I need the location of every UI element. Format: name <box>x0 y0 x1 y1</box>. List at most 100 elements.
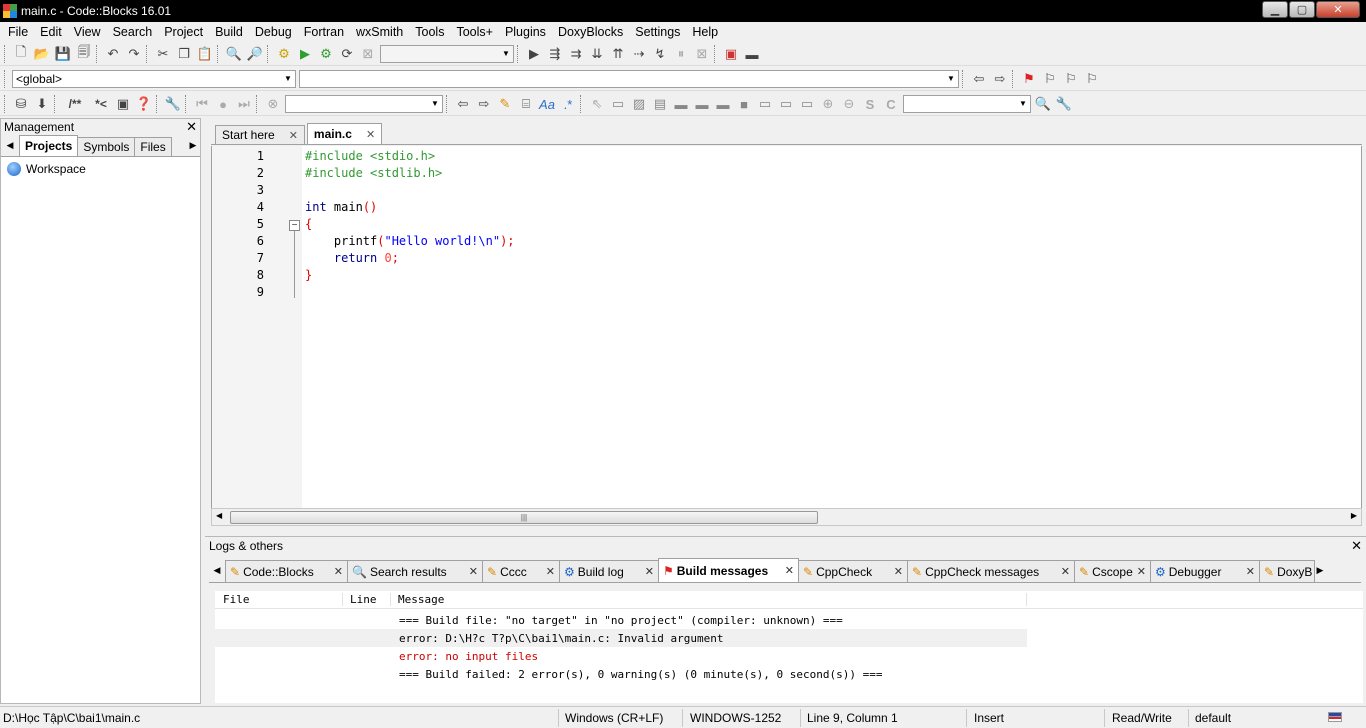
save-all-icon[interactable]: 🗐 <box>75 44 93 63</box>
column-header-file[interactable]: File <box>215 593 343 606</box>
bookmark-next-icon[interactable]: ⚐ <box>1062 70 1080 88</box>
log-tab-build-messages[interactable]: ⚑ Build messages ✕ <box>658 558 799 582</box>
cut-icon[interactable]: ✂ <box>154 45 172 63</box>
bookmark-clear-icon[interactable]: ⚐ <box>1083 70 1101 88</box>
block-comment-icon[interactable]: /** <box>62 95 88 113</box>
scroll-left-icon[interactable]: ◀ <box>216 511 222 520</box>
toolbar-grip[interactable] <box>4 95 7 113</box>
log-tab-debugger[interactable]: ⚙ Debugger ✕ <box>1150 560 1260 582</box>
horizontal-scrollbar[interactable]: ◀ ||| ▶ <box>211 508 1362 526</box>
letter-c-icon[interactable]: C <box>882 95 900 113</box>
menu-tools[interactable]: Tools+ <box>450 25 498 39</box>
close-icon[interactable]: ✕ <box>645 565 654 578</box>
code-line[interactable]: #include <stdio.h> <box>305 149 435 163</box>
code-line[interactable]: } <box>305 268 312 282</box>
doxy-html-icon[interactable]: ▣ <box>114 95 132 113</box>
close-icon[interactable]: ✕ <box>1137 565 1146 578</box>
widget-frame1-icon[interactable]: ▭ <box>756 95 774 113</box>
close-icon[interactable]: ✕ <box>1351 538 1362 554</box>
doxy-wizard-icon[interactable]: ⛁ <box>12 95 30 113</box>
menu-fortran[interactable]: Fortran <box>298 25 350 39</box>
stop-debug-icon[interactable]: ⊠ <box>693 45 711 63</box>
widget-box-icon[interactable]: ■ <box>735 95 753 113</box>
widget-text-icon[interactable]: ▤ <box>651 95 669 113</box>
undo-icon[interactable]: ↶ <box>104 45 122 63</box>
widget-bar1-icon[interactable]: ▬ <box>672 95 690 113</box>
tab-projects[interactable]: Projects <box>19 135 79 156</box>
various-info-icon[interactable]: ▬ <box>743 45 761 63</box>
menu-project[interactable]: Project <box>158 25 209 39</box>
close-icon[interactable]: ✕ <box>366 128 375 141</box>
find-icon[interactable]: 🔍 <box>225 45 243 63</box>
line-comment-icon[interactable]: *< <box>91 95 111 113</box>
pause-icon[interactable]: ⏸ <box>672 45 690 63</box>
code-line[interactable]: { <box>305 217 312 231</box>
debug-windows-icon[interactable]: ▣ <box>722 45 740 63</box>
close-icon[interactable]: ✕ <box>546 565 555 578</box>
selected-text-icon[interactable]: ⌸ <box>517 95 535 113</box>
menu-plugins[interactable]: Plugins <box>499 25 552 39</box>
column-header-line[interactable]: Line <box>343 593 391 606</box>
menu-edit[interactable]: Edit <box>34 25 68 39</box>
scope-combo[interactable]: <global> ▼ <box>12 70 296 88</box>
find-tool-icon[interactable]: 🔍 <box>1034 95 1052 113</box>
abort-icon[interactable]: ⊠ <box>359 45 377 63</box>
dot-icon[interactable]: ● <box>214 95 232 113</box>
tab-scroll-right-icon[interactable]: ▶ <box>186 140 200 151</box>
close-icon[interactable]: ✕ <box>289 129 298 142</box>
table-row[interactable]: error: D:\H?c T?p\C\bai1\main.c: Invalid… <box>215 629 1027 647</box>
wrench-icon[interactable]: 🔧 <box>164 95 182 113</box>
replace-icon[interactable]: 🔎 <box>246 45 264 63</box>
code-line[interactable]: #include <stdlib.h> <box>305 166 442 180</box>
last-icon[interactable]: ⏭ <box>235 95 253 113</box>
search-combo-2[interactable]: ▼ <box>903 95 1031 113</box>
widget-frame2-icon[interactable]: ▭ <box>777 95 795 113</box>
run-to-cursor-icon[interactable]: ⇶ <box>546 45 564 63</box>
close-window-button[interactable]: ✕ <box>1316 1 1360 18</box>
find-previous-icon[interactable]: ⇦ <box>454 95 472 113</box>
maximize-button[interactable]: ▢ <box>1289 1 1315 18</box>
menu-tools[interactable]: Tools <box>409 25 450 39</box>
rebuild-icon[interactable]: ⟳ <box>338 45 356 63</box>
regex-icon[interactable]: .* <box>559 95 577 113</box>
menu-file[interactable]: File <box>2 25 34 39</box>
tab-scroll-left-icon[interactable]: ◀ <box>209 565 225 576</box>
close-icon[interactable]: ✕ <box>186 119 197 135</box>
close-icon[interactable]: ✕ <box>469 565 478 578</box>
find-next-icon[interactable]: ⇨ <box>475 95 493 113</box>
build-gear-icon[interactable]: ⚙ <box>275 45 293 63</box>
search-combo[interactable]: ▼ <box>285 95 443 113</box>
toolbar-grip[interactable] <box>4 70 7 88</box>
code-line[interactable]: return 0; <box>305 251 399 265</box>
zoom-out-icon[interactable]: ⊖ <box>840 95 858 113</box>
menu-settings[interactable]: Settings <box>629 25 686 39</box>
first-icon[interactable]: ⏮ <box>193 95 211 113</box>
tab-symbols[interactable]: Symbols <box>77 137 136 156</box>
table-row[interactable]: === Build file: "no target" in "no proje… <box>215 611 1363 629</box>
redo-icon[interactable]: ↷ <box>125 45 143 63</box>
close-icon[interactable]: ✕ <box>894 565 903 578</box>
open-folder-icon[interactable]: 📂 <box>33 45 51 63</box>
log-tab-build-log[interactable]: ⚙ Build log ✕ <box>559 560 659 582</box>
menu-wxsmith[interactable]: wxSmith <box>350 25 409 39</box>
next-line-icon[interactable]: ⇉ <box>567 45 585 63</box>
settings-wrench-icon[interactable]: 🔧 <box>1055 95 1073 113</box>
code-line[interactable]: int main() <box>305 200 377 214</box>
menu-build[interactable]: Build <box>209 25 249 39</box>
editor-tab-main-c[interactable]: main.c ✕ <box>306 123 383 144</box>
widget-bar3-icon[interactable]: ▬ <box>714 95 732 113</box>
editor-tab-start-here[interactable]: Start here ✕ <box>215 125 305 144</box>
bookmark-toggle-icon[interactable]: ⚑ <box>1020 70 1038 88</box>
table-row[interactable]: === Build failed: 2 error(s), 0 warning(… <box>215 665 1363 683</box>
clear-search-icon[interactable]: ⊗ <box>264 95 282 113</box>
doxy-chm-icon[interactable]: ❓ <box>135 95 153 113</box>
log-tab-search-results[interactable]: 🔍 Search results ✕ <box>347 560 483 582</box>
arrow-right-icon[interactable]: ⇨ <box>991 70 1009 88</box>
tab-scroll-left-icon[interactable]: ◀ <box>1 140 19 151</box>
tree-item-workspace[interactable]: Workspace <box>1 159 200 179</box>
letter-s-icon[interactable]: S <box>861 95 879 113</box>
fold-toggle-icon[interactable]: − <box>289 220 300 231</box>
log-tab-doxyb[interactable]: ✎ DoxyB <box>1259 560 1315 582</box>
build-run-icon[interactable]: ⚙ <box>317 45 335 63</box>
tab-scroll-right-icon[interactable]: ▶ <box>1314 565 1326 576</box>
